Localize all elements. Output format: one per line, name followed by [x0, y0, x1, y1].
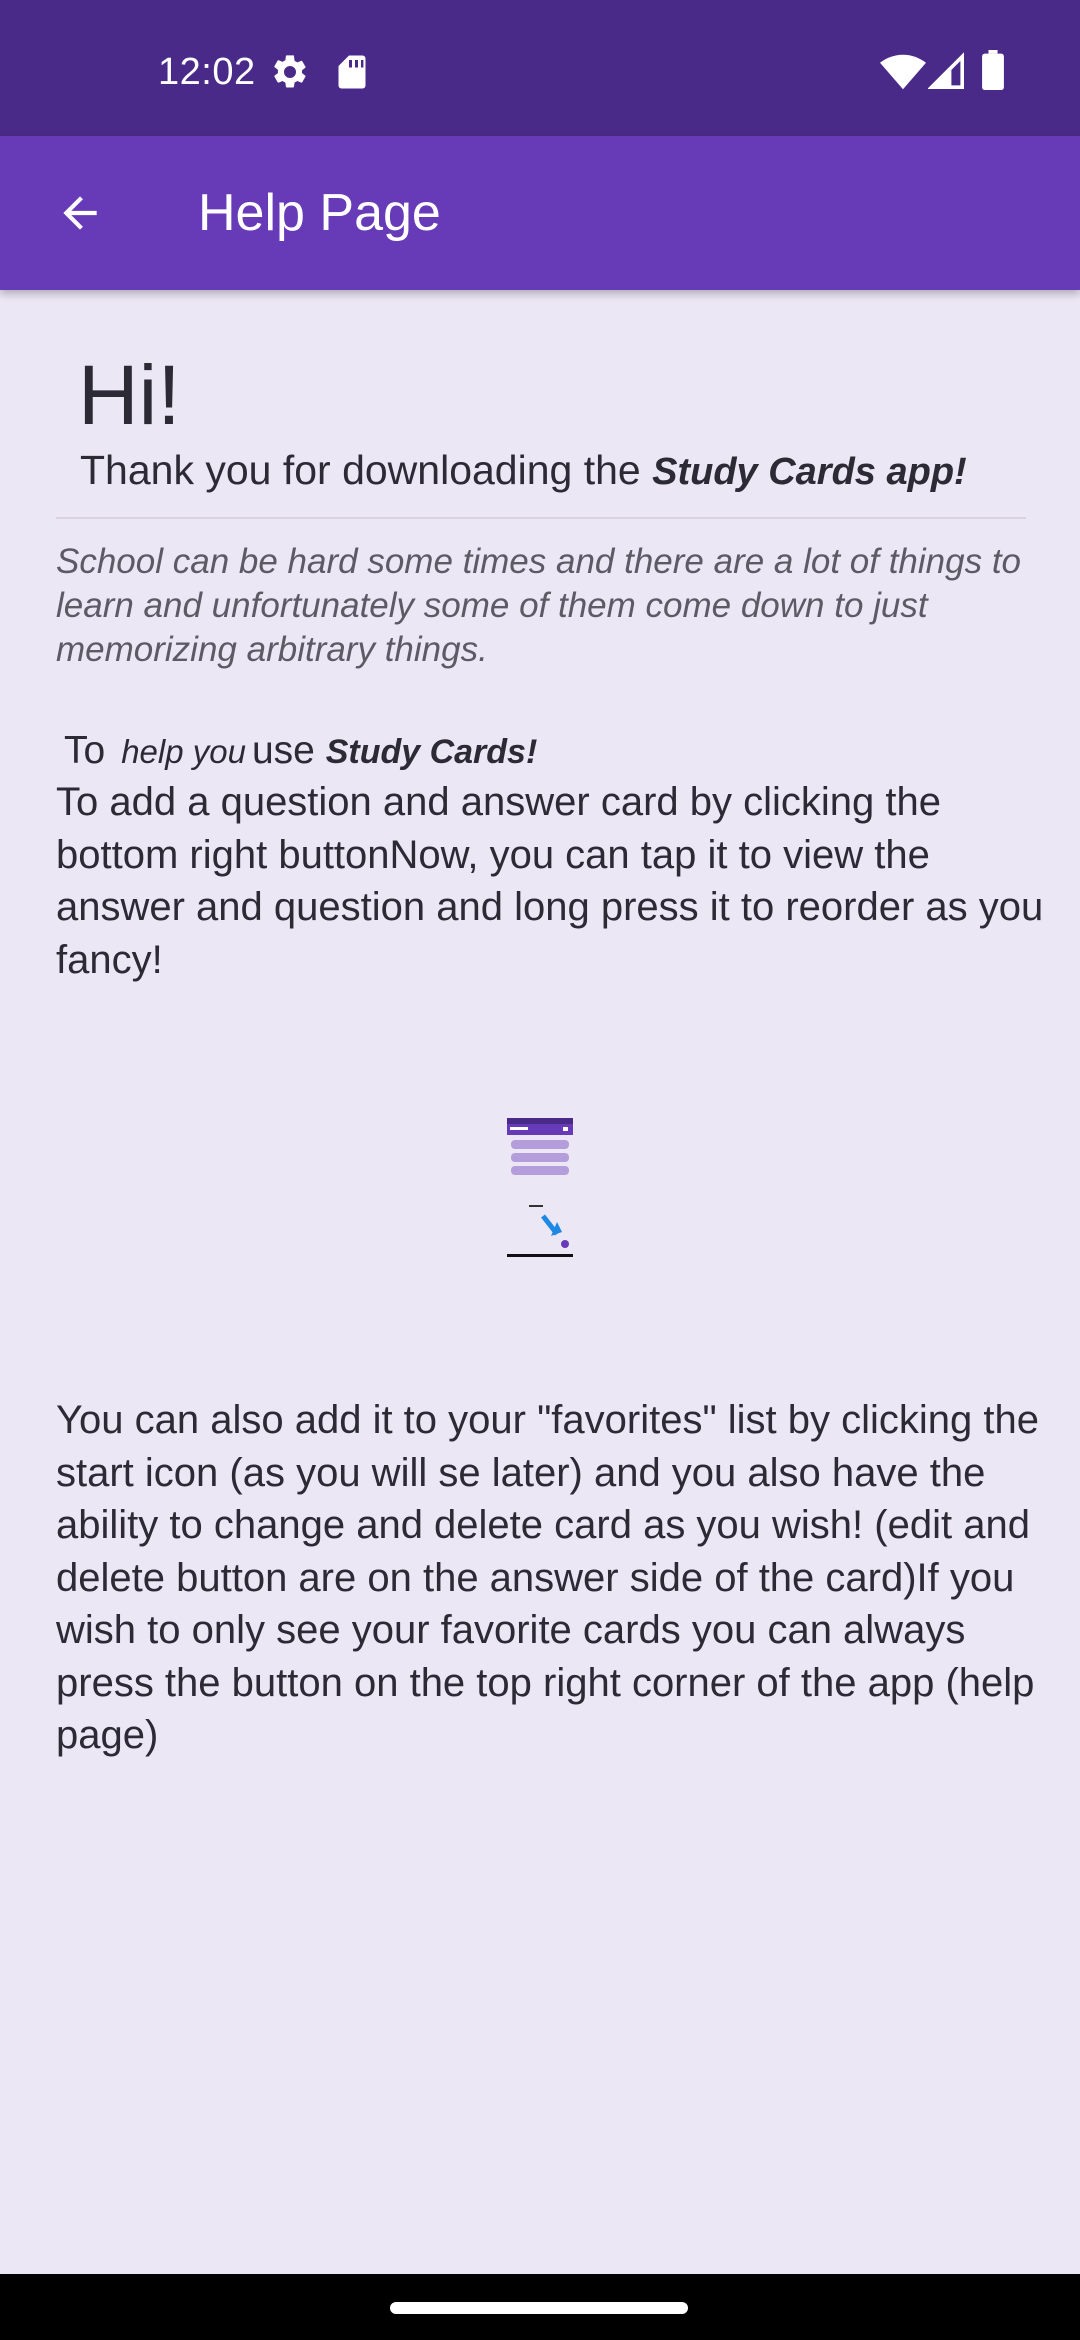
greeting-heading: Hi! [78, 348, 181, 442]
status-time: 12:02 [158, 51, 256, 93]
navigation-bar [0, 2274, 1080, 2340]
intro-text: School can be hard some times and there … [56, 542, 1022, 669]
arrow-back-icon [63, 196, 97, 230]
help-to: To [64, 729, 106, 772]
settings-gear-icon [274, 55, 306, 88]
status-bar: 12:02 [0, 0, 1080, 136]
divider [56, 517, 1026, 519]
battery-icon [982, 50, 1004, 90]
sd-card-icon [338, 55, 366, 89]
wifi-icon [880, 54, 926, 90]
back-button[interactable] [40, 173, 120, 253]
favorites-paragraph: You can also add it to your "favorites" … [56, 1398, 1039, 1757]
demo-screenshot-image [507, 1118, 573, 1257]
page-title: Help Page [198, 184, 441, 242]
thanks-text: Thank you for downloading the Study Card… [80, 442, 967, 500]
thanks-prefix: Thank you for downloading the [80, 447, 653, 493]
instructions-paragraph: To add a question and answer card by cli… [56, 780, 1044, 982]
help-app-name: Study Cards! [325, 733, 538, 771]
help-line: To help you use Study Cards! [64, 725, 537, 778]
thanks-app-name: Study Cards app! [652, 451, 967, 493]
help-you: help you [121, 733, 246, 770]
cell-signal-icon [928, 52, 964, 89]
app-bar: Help Page [0, 136, 1080, 290]
help-use: use [251, 729, 315, 772]
home-gesture-handle[interactable] [390, 2302, 688, 2314]
